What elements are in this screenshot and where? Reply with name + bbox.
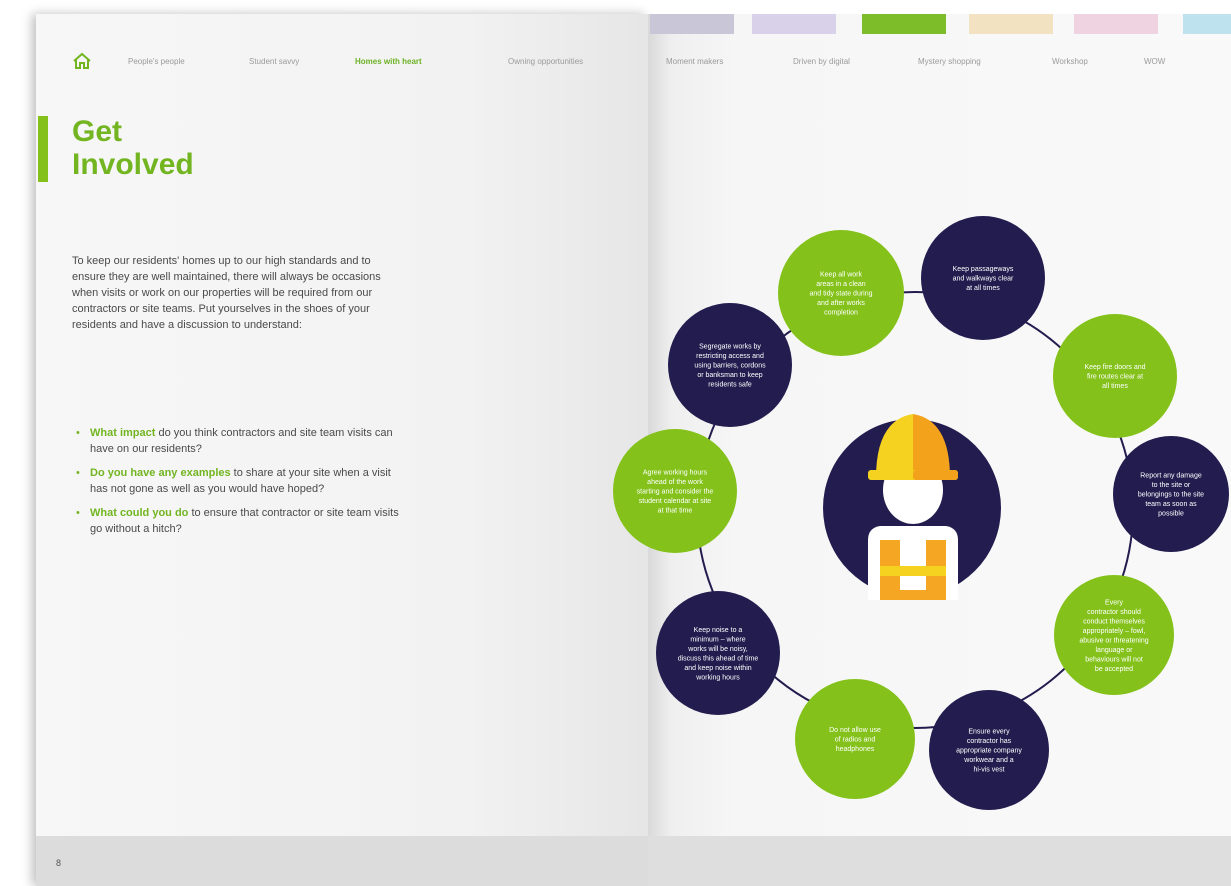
guideline-text: using barriers, cordons	[694, 363, 766, 370]
guideline-text: ahead of the work	[647, 479, 703, 486]
guideline-text: appropriately – fowl,	[1083, 628, 1146, 635]
guideline-text: restricting access and	[696, 353, 764, 360]
guideline-text: to the site or	[1152, 482, 1191, 489]
guideline-text: working hours	[695, 674, 740, 681]
guideline-text: residents safe	[708, 382, 752, 389]
guideline-text: or banksman to keep	[697, 372, 762, 379]
construction-worker-icon	[823, 414, 1001, 600]
guideline-text: hi-vis vest	[973, 767, 1004, 774]
guideline-text: at all times	[966, 285, 1000, 292]
guideline-text: works will be noisy,	[687, 646, 747, 653]
guideline-text: student calendar at site	[639, 498, 711, 505]
guideline-text: belongings to the site	[1138, 492, 1204, 499]
guideline-text: headphones	[836, 746, 875, 753]
guideline-text: and walkways clear	[953, 276, 1014, 283]
guideline-text: minimum – where	[690, 636, 745, 643]
guideline-text: of radios and	[835, 737, 876, 744]
guideline-circle: Ensure every contractor has appropriate co…	[929, 690, 1049, 810]
guideline-text: contractor has	[967, 738, 1012, 745]
guideline-text: language or	[1096, 647, 1134, 654]
guideline-text: conduct themselves	[1083, 618, 1145, 625]
guideline-text: completion	[824, 310, 858, 317]
guideline-text: starting and consider the	[637, 489, 714, 496]
guideline-text: workwear and a	[963, 757, 1014, 764]
guideline-text: discuss this ahead of time	[678, 655, 759, 662]
guideline-text: fire routes clear at	[1087, 374, 1143, 381]
guideline-circle: Keep fire doors and fire routes clear at a…	[1053, 314, 1177, 438]
guideline-circle: Report any damage to the site or belonging…	[1113, 436, 1229, 552]
guideline-circle: Keep noise to a minimum – where works will…	[656, 591, 780, 715]
guideline-text: appropriate company	[956, 748, 1022, 755]
guideline-circle: Keep passageways and walkways clear at all…	[921, 216, 1045, 340]
guideline-circle: Agree working hours ahead of the work star…	[613, 429, 737, 553]
guideline-text: areas in a clean	[816, 281, 866, 288]
guideline-text: and keep noise within	[684, 665, 751, 672]
guideline-text: be accepted	[1095, 666, 1133, 673]
guideline-text: possible	[1158, 511, 1184, 518]
guideline-text: all times	[1102, 383, 1128, 390]
guideline-circle: Segregate works by restricting access and…	[668, 303, 792, 427]
guideline-text: at that time	[658, 508, 693, 515]
guideline-text: Segregate works by	[699, 344, 761, 351]
guideline-text: Ensure every	[968, 729, 1010, 736]
guideline-text: Keep fire doors and	[1084, 364, 1145, 371]
guideline-text: Keep all work	[820, 272, 863, 279]
guideline-text: abusive or threatening	[1079, 637, 1148, 644]
guideline-text: Keep noise to a	[694, 627, 743, 634]
guideline-text: Agree working hours	[643, 470, 708, 477]
guideline-text: behaviours will not	[1085, 656, 1143, 663]
guideline-text: and tidy state during	[809, 291, 872, 298]
guideline-circle: Do not allow use of radios and headphones	[795, 679, 915, 799]
guideline-text: and after works	[817, 300, 865, 307]
guideline-text: Report any damage	[1140, 473, 1202, 480]
guideline-text: Keep passageways	[953, 266, 1014, 273]
guideline-text: Do not allow use	[829, 727, 881, 734]
guideline-text: Every	[1105, 599, 1123, 606]
guideline-text: team as soon as	[1145, 501, 1197, 508]
safety-guidelines-diagram: Keep all work areas in a clean and tidy st…	[613, 216, 1229, 810]
guideline-text: contractor should	[1087, 609, 1141, 616]
guideline-circle: Keep all work areas in a clean and tidy st…	[778, 230, 904, 356]
guideline-circle: Every contractor should conduct themselves…	[1054, 575, 1174, 695]
